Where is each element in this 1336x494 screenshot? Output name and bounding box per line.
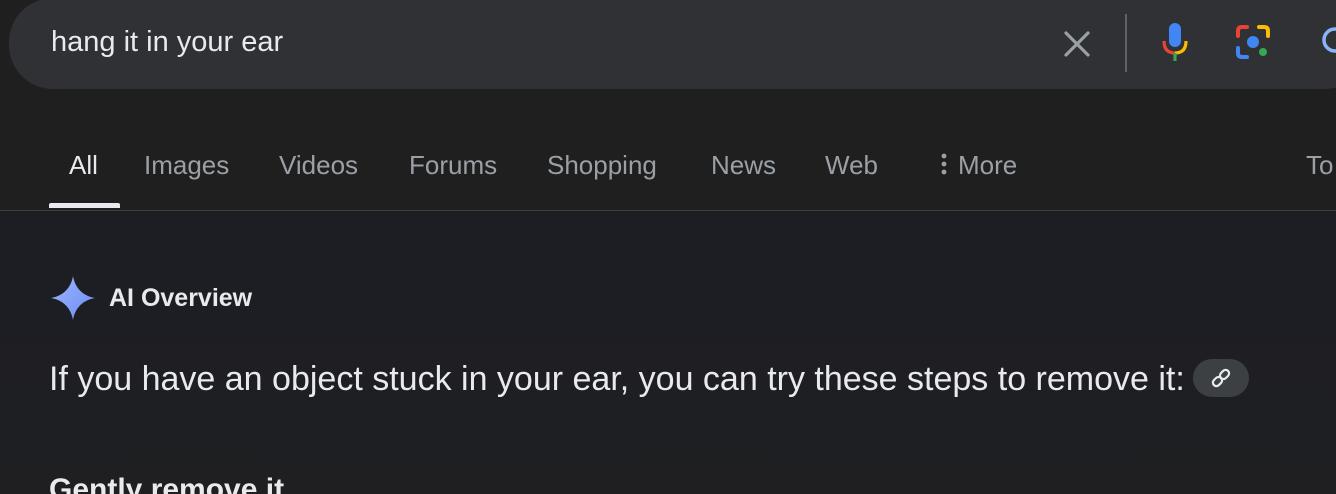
header: hang it in your ear All Images Videos Fo… [0,0,1336,211]
google-lens-button[interactable] [1233,22,1273,62]
microphone-icon [1162,23,1188,61]
search-input[interactable]: hang it in your ear [51,26,283,59]
tab-images[interactable]: Images [144,150,229,181]
tab-tools[interactable]: To [1306,150,1333,181]
tab-shopping[interactable]: Shopping [547,150,657,181]
tab-more[interactable]: More [938,150,1017,181]
search-box[interactable]: hang it in your ear [9,0,1336,89]
tab-forums[interactable]: Forums [409,150,497,181]
clear-button[interactable] [1059,26,1095,62]
ai-overview-step-heading: Gently remove it [49,473,285,494]
ai-overview-title: AI Overview [109,283,253,312]
search-icon [1322,27,1336,53]
vertical-dots-icon [941,153,947,175]
search-tabs: All Images Videos Forums Shopping News W… [0,140,1336,211]
google-lens-icon [1236,25,1270,59]
close-icon [1064,31,1090,57]
search-button[interactable] [1313,20,1336,64]
tab-news[interactable]: News [711,150,776,181]
tab-videos[interactable]: Videos [279,150,358,181]
search-divider [1125,14,1127,72]
tab-all[interactable]: All [69,150,98,181]
ai-overview-intro: If you have an object stuck in your ear,… [49,360,1185,398]
source-link-button[interactable] [1192,359,1249,398]
voice-search-button[interactable] [1157,20,1193,66]
tab-more-label: More [958,150,1018,180]
tab-web[interactable]: Web [825,150,878,181]
link-icon [1211,368,1231,388]
search-results-page: hang it in your ear All Images Videos Fo… [0,0,1336,494]
sparkle-icon [51,276,95,320]
active-tab-indicator [49,203,120,208]
ai-overview-panel: AI Overview If you have an object stuck … [0,211,1336,494]
ai-overview-text: If you have an object stuck in your ear,… [49,355,1269,403]
ai-overview-header: AI Overview [49,274,252,322]
